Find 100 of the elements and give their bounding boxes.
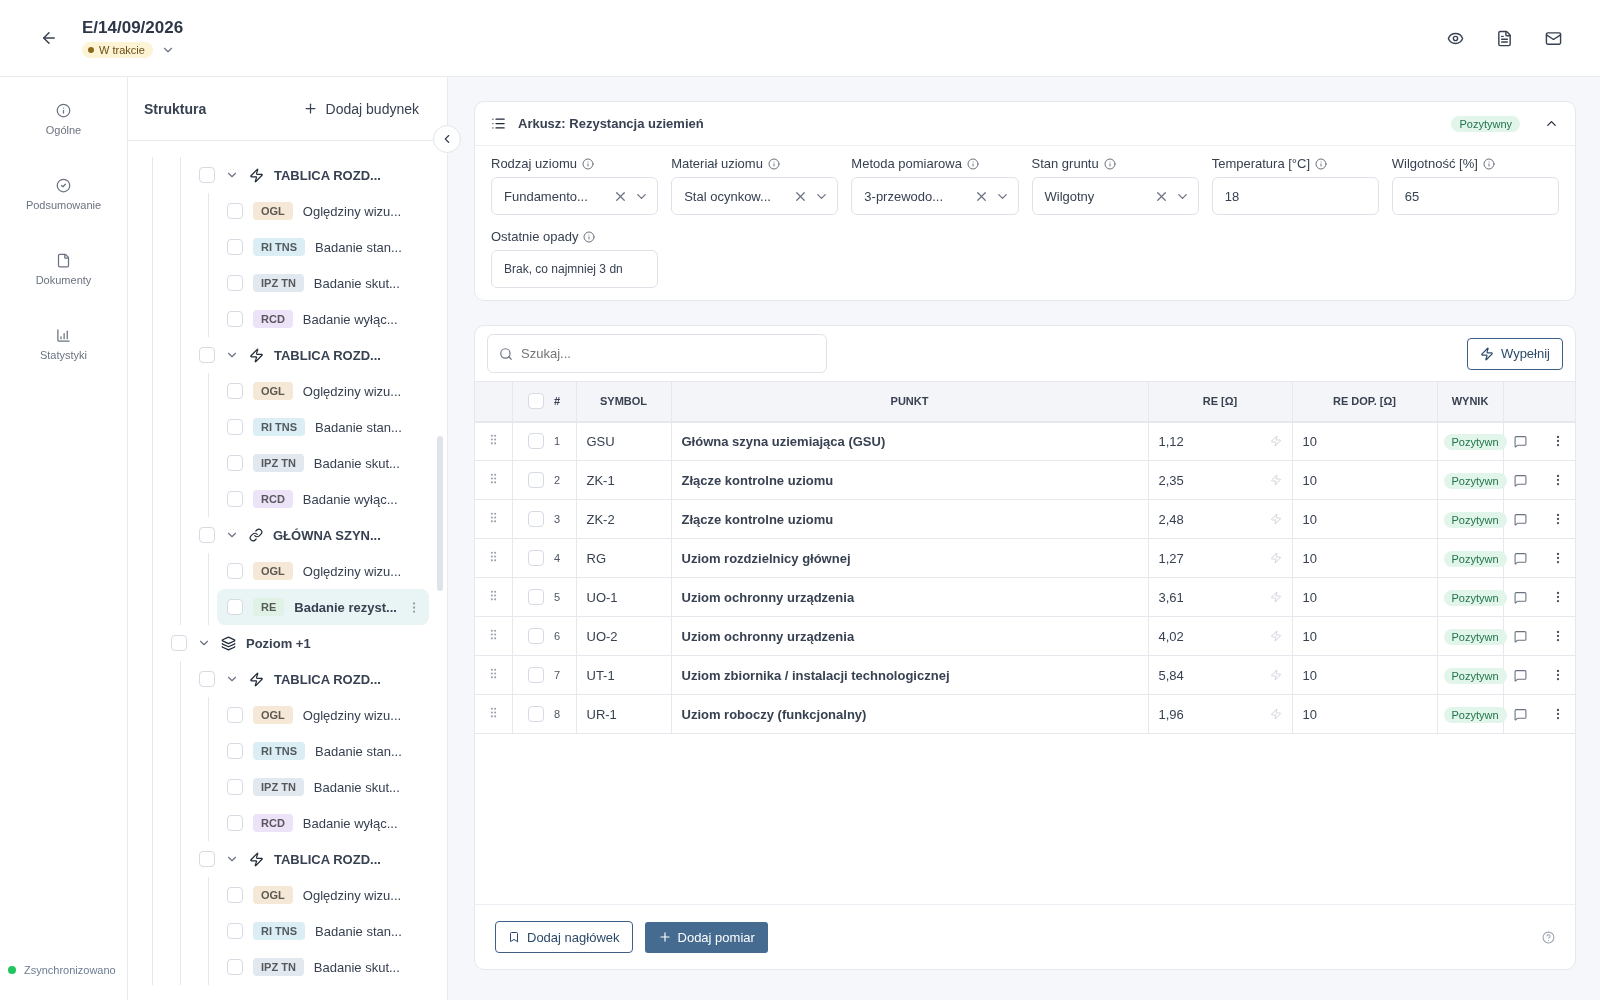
comment-icon[interactable] <box>1513 668 1527 682</box>
tree-label: Poziom +1 <box>246 635 311 651</box>
checkbox[interactable] <box>227 455 243 471</box>
checkbox[interactable] <box>227 563 243 579</box>
search-field[interactable]: Szukaj... <box>487 334 827 373</box>
tree-item[interactable]: IPZ TN Badanie skut... <box>227 265 429 301</box>
nav-item[interactable]: Ogólne <box>8 99 119 140</box>
row-checkbox[interactable] <box>527 433 544 450</box>
tree-item[interactable]: OGL Oględziny wizu... <box>227 877 429 913</box>
tree-item[interactable]: RCD Badanie wyłąc... <box>227 301 429 337</box>
tree-item[interactable]: RCD Badanie wyłąc... <box>227 481 429 517</box>
tree-item[interactable]: TABLICA ROZD... <box>199 661 429 697</box>
checkbox[interactable] <box>199 167 215 183</box>
comment-icon[interactable] <box>1513 434 1527 448</box>
test-tag: OGL <box>253 886 293 904</box>
row-checkbox[interactable] <box>527 667 544 683</box>
lightning-icon[interactable] <box>1269 552 1282 564</box>
tree-item[interactable]: TABLICA ROZD... <box>199 157 429 193</box>
tree-item[interactable]: RI TNS Badanie stan... <box>227 913 429 949</box>
row-checkbox[interactable] <box>527 472 544 488</box>
input-field[interactable]: 18 <box>1211 177 1379 215</box>
checkbox[interactable] <box>227 959 243 975</box>
table-cell: Uziom ochronny urządzenia <box>671 616 1148 656</box>
tree-item[interactable]: OGL Oględziny wizu... <box>227 193 429 229</box>
tree-item[interactable]: TABLICA ROZD... <box>199 337 429 373</box>
row-checkbox[interactable] <box>527 706 544 722</box>
select-field[interactable]: 3-przewodo... <box>851 177 1019 215</box>
checkbox[interactable] <box>227 239 243 255</box>
tree-item[interactable]: RCD Badanie wyłąc... <box>227 805 429 841</box>
nav-item[interactable]: Podsumowanie <box>8 174 119 215</box>
tree-item[interactable]: OGL Oględziny wizu... <box>227 373 429 409</box>
tree-item[interactable]: GŁÓWNA SZYN... <box>199 517 429 553</box>
tree-item[interactable]: IPZ TN Badanie skut... <box>227 949 429 985</box>
checkbox[interactable] <box>227 743 243 759</box>
checkbox[interactable] <box>227 923 243 939</box>
lightning-icon[interactable] <box>1269 708 1282 720</box>
field-label: Wilgotność [%] <box>1391 156 1559 171</box>
checkbox[interactable] <box>227 275 243 291</box>
add-header-button[interactable]: Dodaj nagłówek <box>495 921 633 953</box>
checkbox[interactable] <box>227 887 243 903</box>
tree-item[interactable]: Poziom +1 <box>171 625 429 661</box>
checkbox[interactable] <box>227 383 243 399</box>
add-building-button[interactable]: Dodaj budynek <box>302 100 419 117</box>
tree-item[interactable]: TABLICA ROZD... <box>199 841 429 877</box>
comment-icon[interactable] <box>1513 590 1527 604</box>
checkbox[interactable] <box>227 491 243 507</box>
comment-icon[interactable] <box>1513 707 1527 721</box>
fill-button[interactable]: Wypełnij <box>1467 337 1563 370</box>
lightning-icon[interactable] <box>1269 669 1282 681</box>
lightning-icon[interactable] <box>1269 513 1282 525</box>
checkbox[interactable] <box>227 779 243 795</box>
checkbox[interactable] <box>199 347 215 363</box>
input-field[interactable]: 65 <box>1391 177 1559 215</box>
tree-item[interactable]: RI TNS Badanie stan... <box>227 733 429 769</box>
comment-icon[interactable] <box>1513 629 1527 643</box>
checkbox[interactable] <box>227 203 243 219</box>
lightning-icon[interactable] <box>1269 435 1282 448</box>
select-field[interactable]: Wilgotny <box>1031 177 1199 215</box>
lightning-icon[interactable] <box>1269 474 1282 486</box>
info-icon <box>1315 157 1328 170</box>
checkbox[interactable] <box>171 635 187 651</box>
scrollbar[interactable] <box>437 436 443 591</box>
tree-item[interactable]: IPZ TN Badanie skut... <box>227 769 429 805</box>
row-checkbox[interactable] <box>527 589 544 605</box>
comment-icon[interactable] <box>1513 512 1527 526</box>
test-tag: RI TNS <box>253 742 306 760</box>
select-field[interactable]: Fundamento... <box>491 177 659 215</box>
checkbox[interactable] <box>199 527 215 543</box>
comment-icon[interactable] <box>1513 473 1527 487</box>
lightning-icon[interactable] <box>1269 630 1282 642</box>
tree-item[interactable]: OGL Oględziny wizu... <box>227 553 429 589</box>
row-number: 6 <box>553 630 561 642</box>
help-icon[interactable] <box>1542 930 1555 944</box>
table-cell: Złącze kontrolne uziomu <box>671 460 1148 500</box>
input-field[interactable]: Brak, co najmniej 3 dn <box>491 250 659 288</box>
checkbox[interactable] <box>227 311 243 327</box>
checkbox[interactable] <box>227 707 243 723</box>
collapse-button[interactable] <box>433 125 461 153</box>
checkbox[interactable] <box>227 815 243 831</box>
lightning-icon[interactable] <box>1269 591 1282 603</box>
checkbox[interactable] <box>227 599 243 615</box>
select-all-checkbox[interactable] <box>527 393 544 410</box>
nav-item[interactable]: Dokumenty <box>8 249 119 290</box>
checkbox[interactable] <box>199 851 215 867</box>
row-checkbox[interactable] <box>527 511 544 527</box>
tree-item[interactable]: OGL Oględziny wizu... <box>227 697 429 733</box>
select-field[interactable]: Stal ocynkow... <box>671 177 839 215</box>
tree-item[interactable]: RE Badanie rezyst... <box>217 589 429 625</box>
add-measurement-button[interactable]: Dodaj pomiar <box>644 921 768 953</box>
table-cell: 4,02 <box>1158 628 1184 644</box>
nav-item[interactable]: Statystyki <box>8 324 119 365</box>
checkbox[interactable] <box>199 671 215 687</box>
row-checkbox[interactable] <box>527 550 544 566</box>
tree-item[interactable]: RI TNS Badanie stan... <box>227 229 429 265</box>
row-checkbox[interactable] <box>527 628 544 644</box>
tree-label: Oględziny wizu... <box>302 563 402 579</box>
tree-item[interactable]: RI TNS Badanie stan... <box>227 409 429 445</box>
tree-item[interactable]: IPZ TN Badanie skut... <box>227 445 429 481</box>
comment-icon[interactable] <box>1513 551 1527 565</box>
checkbox[interactable] <box>227 419 243 435</box>
